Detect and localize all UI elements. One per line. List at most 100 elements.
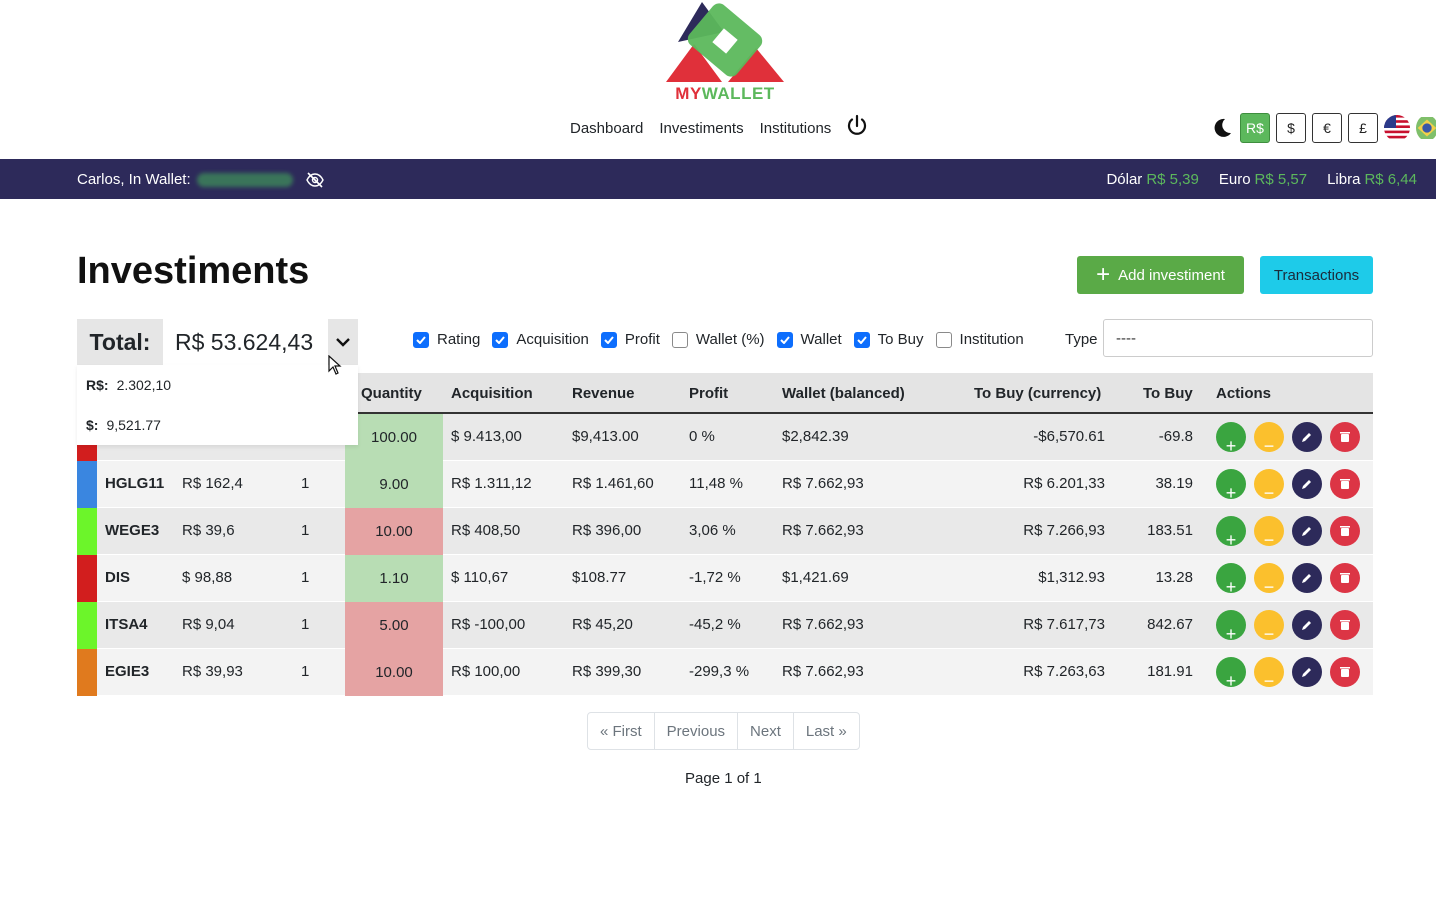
delete-button[interactable] [1330,469,1360,499]
power-icon[interactable] [845,114,869,138]
filter-5[interactable]: To Buy [853,331,924,348]
filter-2[interactable]: Profit [600,331,660,348]
quantity-cell: 9.00 [345,461,443,508]
filter-label: Acquisition [516,331,589,348]
header-wallet-balanced[interactable]: Wallet (balanced) [782,385,905,402]
checkbox-icon[interactable] [671,331,688,348]
edit-button[interactable] [1292,657,1322,687]
transactions-button[interactable]: Transactions [1260,256,1373,294]
breakdown-brl: R$: 2.302,10 [86,377,171,393]
ticker-cell[interactable]: DIS [105,569,130,586]
add-transaction-button[interactable]: + [1216,516,1246,550]
main-nav: Dashboard Investiments Institutions [562,114,869,138]
page-first-button[interactable]: « First [588,713,655,749]
filter-0[interactable]: Rating [413,331,480,348]
dark-mode-icon[interactable] [1210,116,1234,140]
page-next-button[interactable]: Next [738,713,794,749]
profit-cell: -299,3 % [689,663,750,680]
edit-button[interactable] [1292,563,1322,593]
rating-cell: 1 [301,569,310,586]
price-cell: R$ 162,4 [182,475,243,492]
checkbox-icon[interactable] [413,331,429,348]
filter-6[interactable]: Institution [935,331,1024,348]
add-transaction-button[interactable]: + [1216,657,1246,691]
nav-institutions[interactable]: Institutions [752,120,840,137]
trash-icon [1340,432,1350,442]
wallet-cell: R$ 7.662,93 [782,616,864,633]
plus-icon: + [1096,261,1111,288]
add-transaction-button[interactable]: + [1216,610,1246,644]
brazil-flag-icon[interactable] [1416,115,1436,141]
filter-4[interactable]: Wallet [776,331,842,348]
delete-button[interactable] [1330,657,1360,687]
nav-investiments[interactable]: Investiments [651,120,751,137]
delete-button[interactable] [1330,422,1360,452]
add-transaction-button[interactable]: + [1216,422,1246,456]
delete-button[interactable] [1330,516,1360,546]
header-to-buy-currency[interactable]: To Buy (currency) [974,385,1101,402]
header-acquisition[interactable]: Acquisition [451,385,533,402]
ticker-cell[interactable]: WEGE3 [105,522,159,539]
currency-gbp-button[interactable]: £ [1348,113,1378,143]
price-cell: R$ 39,93 [182,663,243,680]
filter-1[interactable]: Acquisition [492,331,589,348]
to-buy-cell: 842.67 [1147,616,1193,633]
checkbox-icon[interactable] [492,331,509,348]
edit-button[interactable] [1292,610,1322,640]
checkbox-icon[interactable] [935,331,952,348]
remove-transaction-button[interactable]: − [1254,516,1284,550]
ticker-cell[interactable]: EGIE3 [105,663,149,680]
header-to-buy[interactable]: To Buy [1143,385,1193,402]
filter-label: To Buy [877,331,924,348]
to-buy-cell: 38.19 [1155,475,1193,492]
rating-cell: 1 [301,616,310,633]
add-transaction-button[interactable]: + [1216,563,1246,597]
header-profit[interactable]: Profit [689,385,728,402]
remove-transaction-button[interactable]: − [1254,610,1284,644]
breakdown-brl-value: 2.302,10 [116,377,172,393]
row-actions: + − [1216,657,1360,691]
add-transaction-button[interactable]: + [1216,469,1246,503]
edit-button[interactable] [1292,422,1322,452]
delete-button[interactable] [1330,563,1360,593]
page-last-button[interactable]: Last » [794,713,859,749]
currency-usd-button[interactable]: $ [1276,113,1306,143]
ticker-cell[interactable]: HGLG11 [105,475,164,492]
nav-dashboard[interactable]: Dashboard [562,120,651,137]
currency-eur-button[interactable]: € [1312,113,1342,143]
header-quantity[interactable]: Quantity [361,385,422,402]
type-filter-select[interactable]: ---- [1103,319,1373,357]
ticker-cell[interactable]: ITSA4 [105,616,148,633]
edit-button[interactable] [1292,469,1322,499]
minus-icon: − [1263,624,1275,644]
remove-transaction-button[interactable]: − [1254,422,1284,456]
currency-brl-button[interactable]: R$ [1240,113,1270,143]
checkbox-icon[interactable] [600,331,617,348]
checkbox-icon[interactable] [853,331,870,348]
page-previous-button[interactable]: Previous [655,713,739,749]
acquisition-cell: $ 110,67 [451,569,509,586]
app-logo[interactable]: MYWALLET [664,2,786,103]
checkbox-icon[interactable] [776,331,793,348]
eye-slash-icon[interactable] [305,171,325,188]
remove-transaction-button[interactable]: − [1254,563,1284,597]
remove-transaction-button[interactable]: − [1254,469,1284,503]
edit-button[interactable] [1292,516,1322,546]
us-flag-icon[interactable] [1384,115,1410,141]
total-value: R$ 53.624,43 [163,319,328,365]
quantity-cell: 1.10 [345,555,443,602]
rate-libra-value: R$ 6,44 [1364,171,1417,188]
pencil-icon [1302,527,1311,536]
acquisition-cell: R$ 1.311,12 [451,475,532,492]
header-revenue[interactable]: Revenue [572,385,635,402]
delete-button[interactable] [1330,610,1360,640]
acquisition-cell: R$ 408,50 [451,522,521,539]
type-color-stripe [77,649,97,696]
breakdown-usd-value: 9,521.77 [106,417,161,433]
add-investment-button[interactable]: + Add investiment [1077,256,1244,294]
rate-dolar-value: R$ 5,39 [1146,171,1199,188]
quantity-cell: 5.00 [345,602,443,649]
revenue-cell: R$ 1.461,60 [572,475,654,492]
remove-transaction-button[interactable]: − [1254,657,1284,691]
filter-3[interactable]: Wallet (%) [671,331,765,348]
